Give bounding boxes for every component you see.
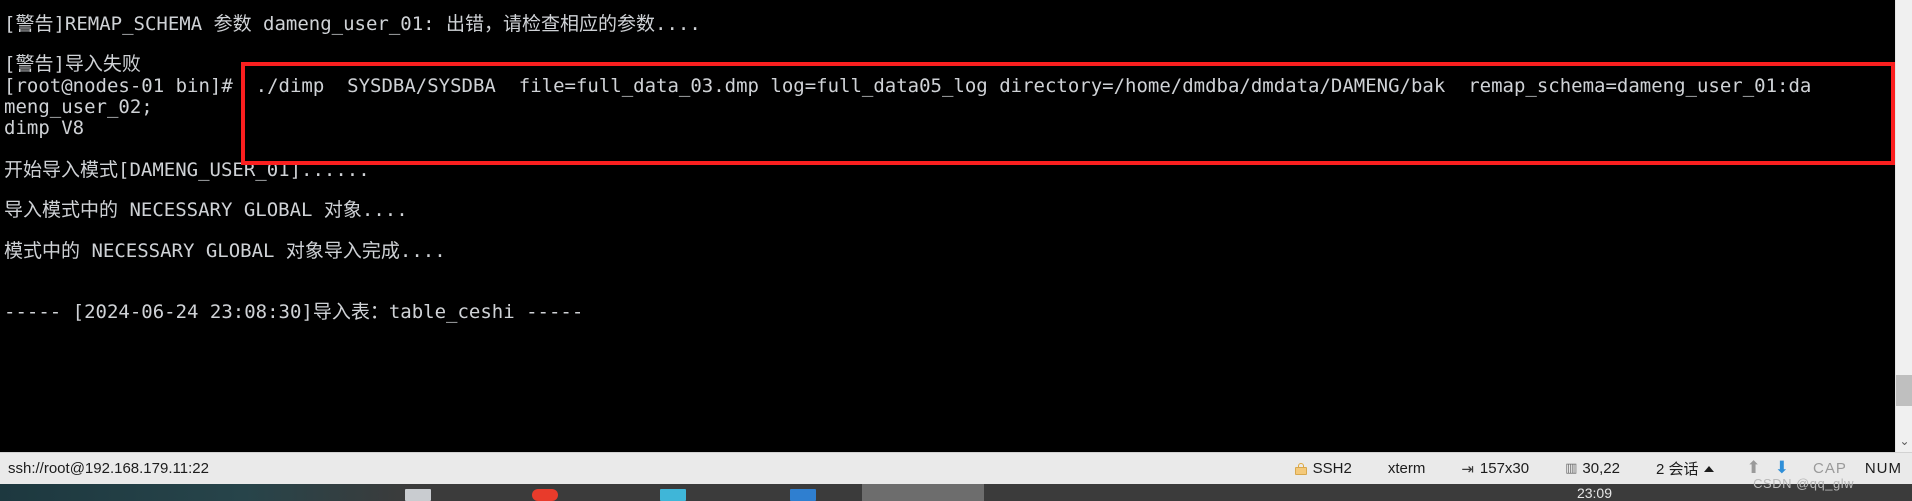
watermark: CSDN @qq_glw	[1753, 476, 1854, 491]
status-cursor-label: 30,22	[1582, 460, 1620, 477]
terminal-line: 导入模式中的 NECESSARY GLOBAL 对象....	[4, 199, 408, 221]
terminal-scrollbar[interactable]: ⌄	[1895, 0, 1912, 452]
status-transfer[interactable]: ⬆ ⬇	[1732, 460, 1803, 477]
scrollbar-thumb[interactable]	[1896, 375, 1912, 406]
terminal-line: [警告]REMAP_SCHEMA 参数 dameng_user_01: 出错，请…	[4, 13, 701, 35]
terminal-line: ----- [2024-06-24 23:08:30]导入表：table_ces…	[4, 301, 584, 323]
status-caps-lock: CAP	[1803, 460, 1857, 477]
status-terminal-type[interactable]: xterm	[1370, 460, 1444, 477]
status-screen-size[interactable]: ⇥ 157x30	[1443, 460, 1547, 478]
status-screen-size-label: 157x30	[1479, 460, 1530, 477]
chevron-up-icon[interactable]	[1704, 465, 1715, 472]
cursor-icon: ▥	[1565, 461, 1577, 476]
status-num-lock: NUM	[1857, 460, 1912, 477]
status-terminal-type-label: xterm	[1387, 460, 1426, 477]
download-arrow-icon[interactable]: ⬇	[1775, 460, 1789, 477]
taskbar-item-icon[interactable]	[790, 489, 816, 501]
terminal-command-line: [root@nodes-01 bin]# ./dimp SYSDBA/SYSDB…	[4, 75, 1812, 97]
resize-icon: ⇥	[1461, 459, 1474, 478]
upload-arrow-icon[interactable]: ⬆	[1746, 460, 1760, 477]
screen: [警告]REMAP_SCHEMA 参数 dameng_user_01: 出错，请…	[0, 0, 1912, 501]
os-taskbar[interactable]: 23:09	[0, 484, 1912, 501]
status-num-lock-label: NUM	[1864, 460, 1902, 477]
status-bar: ssh://root@192.168.179.11:22 SSH2 xterm …	[0, 452, 1912, 484]
taskbar-clock[interactable]: 23:09	[1577, 486, 1612, 500]
status-caps-lock-label: CAP	[1812, 460, 1847, 477]
scroll-down-icon[interactable]: ⌄	[1896, 430, 1912, 452]
taskbar-left-region	[0, 484, 408, 501]
taskbar-item-icon[interactable]	[405, 489, 431, 501]
taskbar-item-icon[interactable]	[532, 489, 558, 501]
taskbar-item-icon[interactable]	[660, 489, 686, 501]
status-sessions-label: 2 会话	[1655, 461, 1699, 478]
status-protocol-label: SSH2	[1312, 460, 1352, 477]
terminal-command-line-wrap: meng_user_02;	[4, 96, 153, 118]
terminal-line: [警告]导入失败	[4, 53, 141, 75]
lock-icon	[1294, 462, 1307, 475]
status-cursor-position[interactable]: ▥ 30,22	[1547, 460, 1638, 477]
terminal-line: 开始导入模式[DAMENG_USER_01]......	[4, 159, 370, 181]
terminal-line: dimp V8	[4, 117, 85, 139]
status-connection-url: ssh://root@192.168.179.11:22	[8, 460, 209, 477]
taskbar-active-window[interactable]	[862, 484, 984, 501]
status-protocol[interactable]: SSH2	[1277, 460, 1370, 477]
status-sessions[interactable]: 2 会话	[1638, 458, 1733, 479]
terminal-line: 模式中的 NECESSARY GLOBAL 对象导入完成....	[4, 240, 446, 262]
terminal-output-pane[interactable]: [警告]REMAP_SCHEMA 参数 dameng_user_01: 出错，请…	[0, 0, 1895, 452]
